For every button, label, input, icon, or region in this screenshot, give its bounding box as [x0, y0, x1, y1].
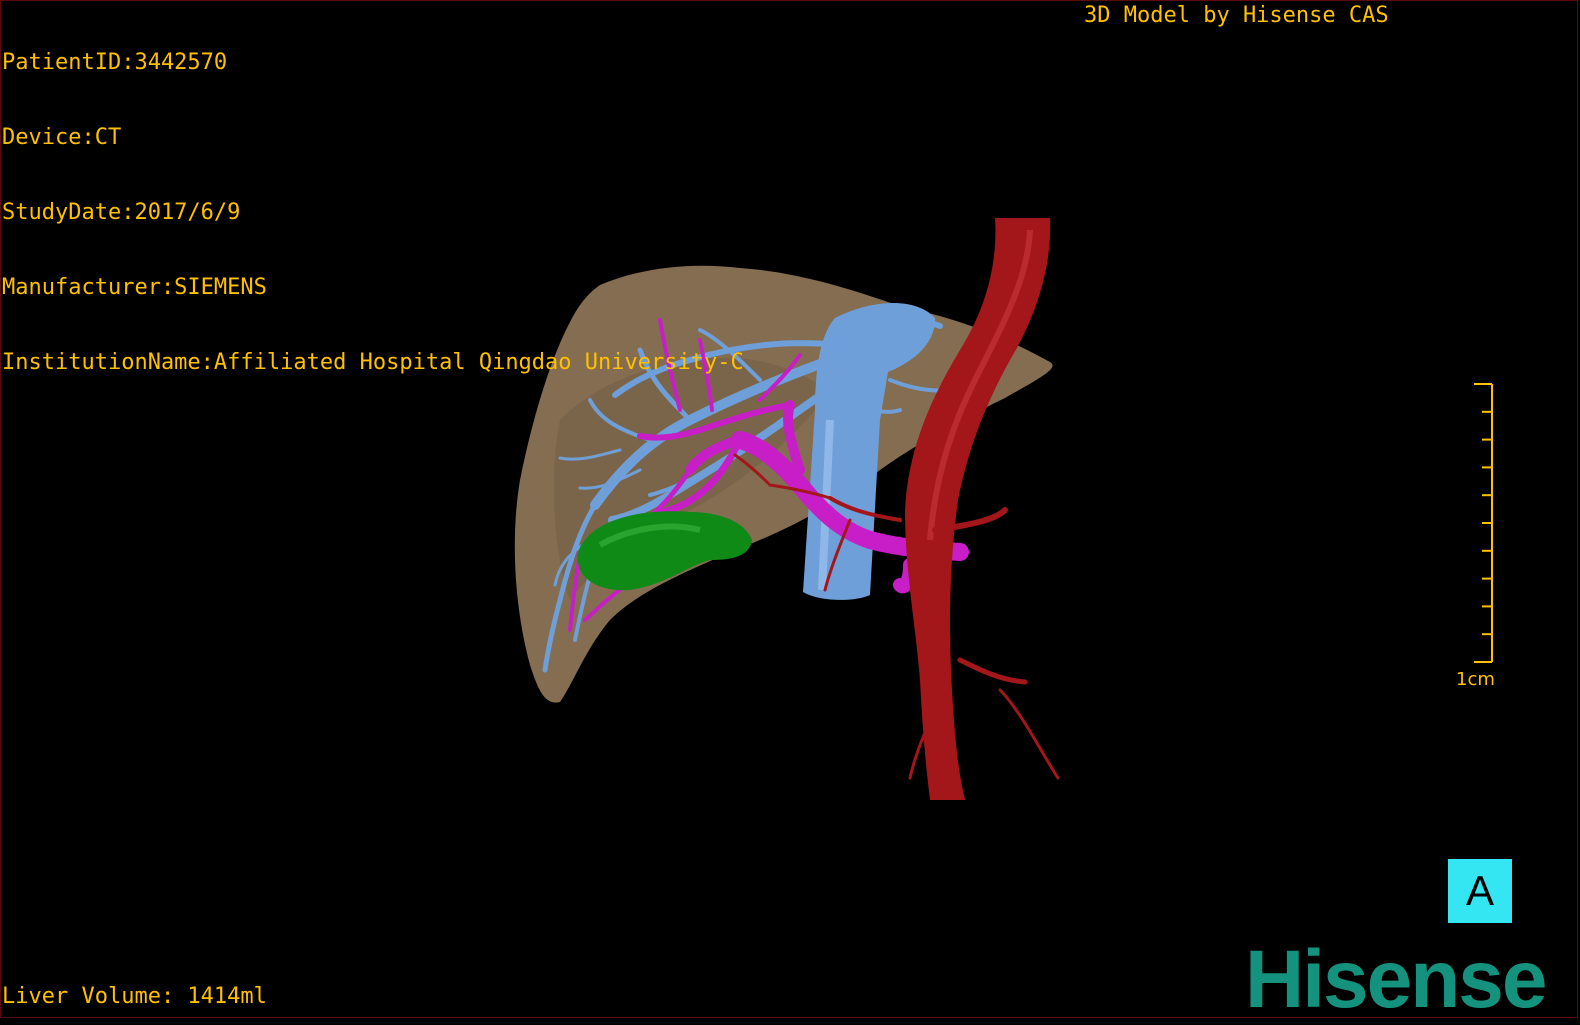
orientation-marker[interactable]: A	[1448, 859, 1512, 923]
study-date: StudyDate:2017/6/9	[2, 200, 241, 225]
institution-name: InstitutionName:Affiliated Hospital Qing…	[2, 350, 744, 375]
patient-id: PatientID:3442570	[2, 50, 228, 75]
scale-bar	[1474, 383, 1493, 663]
device-info: Device:CT	[2, 125, 122, 150]
study-metadata: PatientID:3442570 Device:CT StudyDate:20…	[2, 0, 744, 400]
manufacturer: Manufacturer:SIEMENS	[2, 275, 267, 300]
scale-label: 1cm	[1456, 669, 1495, 690]
liver-volume: Liver Volume: 1414ml	[2, 984, 267, 1009]
aorta	[905, 218, 1051, 800]
model-credit: 3D Model by Hisense CAS	[1084, 3, 1389, 28]
hisense-logo: Hisense	[1245, 934, 1548, 1025]
